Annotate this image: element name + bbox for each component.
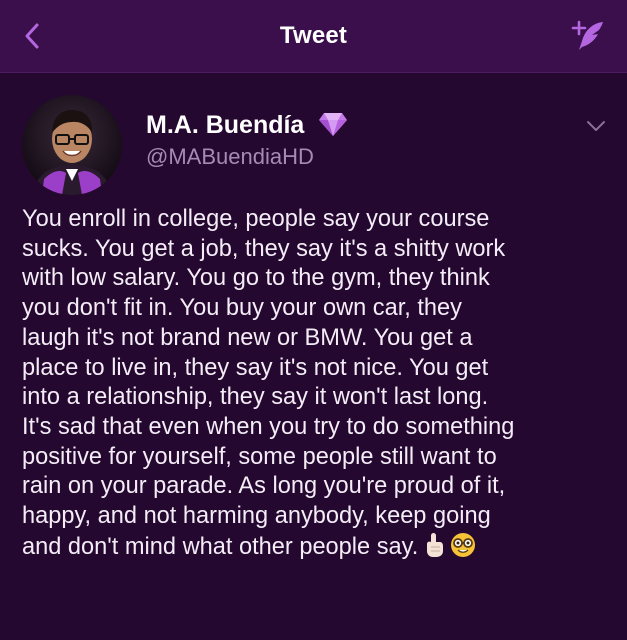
tweet-text-line: rain on your parade. As long you're prou…: [22, 473, 506, 500]
tweet-text-line: You enroll in college, people say your c…: [22, 206, 490, 232]
tweet-text-line: It's sad that even when you try to do so…: [22, 413, 515, 440]
tweet-text: You enroll in college, people say your c…: [22, 205, 614, 562]
tweet-text-line: you don't fit in. You buy your own car, …: [22, 295, 462, 322]
tweet-text-line: and don't mind what other people say.: [22, 533, 419, 560]
index-pointing-up-icon: [427, 532, 444, 557]
tweet-screen: Tweet M.A. Buendía @MABuendiaHD You enro…: [0, 0, 627, 640]
nerd-face-icon: [451, 532, 476, 557]
tweet-text-line: positive for yourself, some people still…: [22, 443, 497, 470]
tweet-detail: M.A. Buendía @MABuendiaHD You enroll in …: [0, 73, 627, 640]
avatar[interactable]: [22, 95, 122, 195]
avatar-image: [22, 95, 122, 195]
compose-tweet-icon: [571, 20, 603, 50]
chevron-down-icon: [587, 121, 605, 131]
compose-tweet-button[interactable]: [565, 14, 609, 58]
tweet-text-last-line: and don't mind what other people say.: [22, 532, 614, 563]
author-name[interactable]: M.A. Buendía: [146, 111, 304, 140]
tweet-text-line: happy, and not harming anybody, keep goi…: [22, 503, 491, 530]
author-handle[interactable]: @MABuendiaHD: [146, 144, 314, 170]
page-title: Tweet: [279, 22, 348, 49]
tweet-text-line: place to live in, they say it's not nice…: [22, 354, 489, 381]
tweet-text-line: sucks. You get a job, they say it's a sh…: [22, 235, 506, 262]
tweet-text-line: laugh it's not brand new or BMW. You get…: [22, 324, 473, 351]
gem-icon: [319, 113, 347, 136]
tweet-text-line: into a relationship, they say it won't l…: [22, 384, 489, 411]
navigation-bar: Tweet: [0, 0, 627, 73]
tweet-menu-button[interactable]: [581, 111, 611, 141]
tweet-text-line: with low salary. You go to the gym, they…: [22, 265, 490, 292]
